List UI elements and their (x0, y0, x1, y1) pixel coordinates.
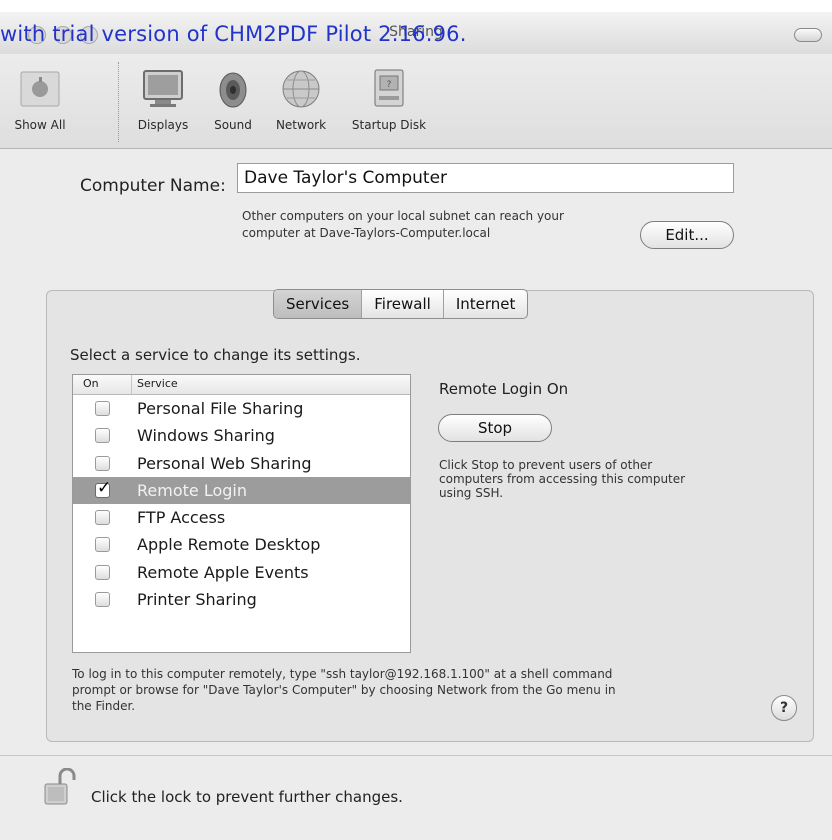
computer-name-field[interactable] (237, 163, 734, 193)
service-name: Windows Sharing (137, 426, 275, 446)
tab-firewall[interactable]: Firewall (362, 290, 444, 318)
instruction-line: prompt or browse for "Dave Taylor's Comp… (72, 683, 616, 697)
service-name: Personal File Sharing (137, 399, 304, 418)
service-name: Personal Web Sharing (137, 453, 312, 473)
disk-icon: ? (366, 66, 412, 112)
toolbar-displays[interactable]: Displays (128, 66, 198, 132)
toolbar-startup-disk[interactable]: ? Startup Disk (344, 66, 434, 132)
svg-text:?: ? (387, 80, 392, 90)
note-line: computer at Dave-Taylors-Computer.local (242, 226, 491, 240)
service-row[interactable]: Windows Sharing (73, 422, 410, 449)
service-checkbox[interactable]: ✓ (95, 478, 111, 498)
service-status: Remote Login On (439, 380, 569, 398)
toolbar-toggle-button[interactable] (794, 28, 822, 42)
column-header-on[interactable]: On (83, 377, 99, 390)
list-header: On Service (73, 375, 410, 395)
apple-icon (17, 66, 63, 112)
computer-name-note: Other computers on your local subnet can… (242, 208, 642, 242)
description-line: computers from accessing this computer (439, 472, 686, 486)
help-button[interactable]: ? (771, 695, 797, 721)
instruction-line: To log in to this computer remotely, typ… (72, 667, 613, 681)
service-name: Remote Apple Events (137, 562, 309, 582)
service-checkbox[interactable] (95, 428, 110, 444)
edit-button[interactable]: Edit... (640, 221, 734, 249)
speaker-icon (210, 66, 256, 112)
preferences-toolbar: Show All Displays Sound Network ? Startu… (0, 54, 832, 149)
service-row-selected[interactable]: ✓ Remote Login (73, 476, 410, 505)
service-row[interactable]: Printer Sharing (73, 586, 410, 613)
toolbar-network[interactable]: Network (266, 66, 336, 132)
services-instruction: Select a service to change its settings. (70, 346, 361, 364)
tab-internet[interactable]: Internet (444, 290, 528, 318)
service-row[interactable]: Personal Web Sharing (73, 450, 410, 477)
stop-button[interactable]: Stop (438, 414, 552, 442)
divider (0, 755, 832, 756)
watermark-text: with trial version of CHM2PDF Pilot 2.16… (0, 22, 467, 46)
tab-bar: Services Firewall Internet (273, 289, 529, 319)
service-row[interactable]: Remote Apple Events (73, 559, 410, 586)
service-row[interactable]: Apple Remote Desktop (73, 531, 410, 558)
lock-message: Click the lock to prevent further change… (91, 788, 403, 806)
column-header-service[interactable]: Service (137, 377, 178, 390)
toolbar-label: Startup Disk (351, 118, 427, 132)
checkmark-icon: ✓ (97, 477, 112, 498)
toolbar-sound[interactable]: Sound (206, 66, 260, 132)
remote-login-instructions: To log in to this computer remotely, typ… (72, 666, 762, 714)
service-name: Printer Sharing (137, 590, 257, 610)
service-checkbox[interactable] (95, 401, 110, 416)
service-checkbox[interactable] (95, 592, 110, 608)
services-list: On Service Personal File Sharing Windows… (72, 374, 411, 653)
service-checkbox[interactable] (95, 455, 110, 471)
toolbar-label: Sound (214, 118, 252, 132)
description-line: using SSH. (439, 486, 504, 500)
service-name: Apple Remote Desktop (137, 535, 321, 555)
service-name: Remote Login (137, 480, 247, 500)
tab-services[interactable]: Services (274, 290, 363, 318)
service-row[interactable]: Personal File Sharing (73, 395, 410, 422)
display-icon (140, 66, 186, 112)
instruction-line: the Finder. (72, 699, 136, 713)
service-checkbox[interactable] (95, 537, 110, 553)
lock-icon[interactable] (42, 767, 78, 808)
service-description: Click Stop to prevent users of other com… (439, 458, 759, 500)
toolbar-label: Show All (14, 118, 66, 132)
service-checkbox[interactable] (95, 564, 110, 580)
toolbar-label: Network (275, 118, 327, 132)
note-line: Other computers on your local subnet can… (242, 209, 564, 223)
description-line: Click Stop to prevent users of other (439, 458, 653, 472)
service-name: FTP Access (137, 508, 226, 528)
column-divider (131, 375, 132, 394)
toolbar-separator (118, 62, 119, 142)
toolbar-label: Displays (137, 118, 189, 132)
service-checkbox[interactable] (95, 510, 110, 526)
toolbar-show-all[interactable]: Show All (8, 66, 72, 132)
service-row[interactable]: FTP Access (73, 504, 410, 531)
globe-icon (278, 66, 324, 112)
computer-name-label: Computer Name: (80, 176, 226, 196)
